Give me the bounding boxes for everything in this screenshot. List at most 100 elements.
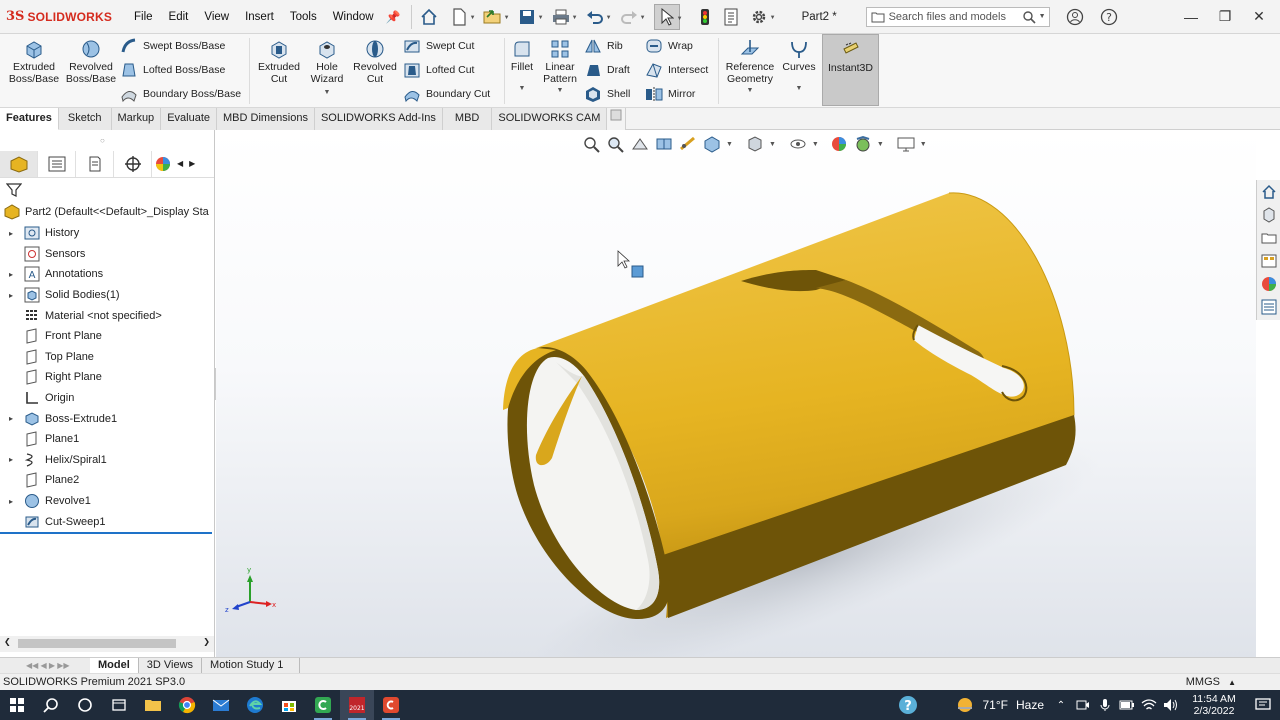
rib-button[interactable]: Rib — [584, 36, 623, 56]
cortana-button[interactable] — [68, 690, 102, 720]
battery-button[interactable] — [1116, 690, 1138, 720]
property-manager-tab[interactable] — [38, 150, 76, 177]
search-input[interactable]: Search files and models — [889, 11, 1022, 23]
tab-features[interactable]: Features — [0, 108, 59, 130]
tree-item[interactable]: Material <not specified> — [0, 305, 214, 326]
tab-solidworks-cam[interactable]: SOLIDWORKS CAM — [492, 108, 608, 130]
chevron-down-icon[interactable]: ▼ — [538, 15, 544, 21]
configuration-manager-tab[interactable] — [76, 150, 114, 177]
menu-insert[interactable]: Insert — [237, 11, 282, 23]
chevron-down-icon[interactable]: ▼ — [470, 15, 476, 21]
swept-cut-button[interactable]: Swept Cut — [403, 36, 474, 56]
redo-button[interactable]: ▼ — [616, 4, 646, 30]
scroll-right-icon[interactable]: ▶ — [186, 159, 198, 168]
wrap-button[interactable]: Wrap — [645, 36, 693, 56]
weather-text[interactable]: Haze — [1016, 698, 1044, 712]
tab-mbd[interactable]: MBD — [442, 108, 493, 130]
hole-wizard-button[interactable]: Hole Wizard ▼ — [303, 38, 351, 99]
chevron-down-icon[interactable]: ▼ — [606, 15, 612, 21]
tree-item[interactable]: ▸ Solid Bodies(1) — [0, 285, 214, 306]
tab-mbd-dimensions[interactable]: MBD Dimensions — [217, 108, 315, 130]
undo-button[interactable]: ▼ — [582, 4, 612, 30]
expand-arrow-icon[interactable]: ▸ — [4, 497, 18, 506]
options-button[interactable]: ▼ — [746, 4, 776, 30]
camtasia-taskbar[interactable] — [306, 690, 340, 720]
tree-item[interactable]: Sensors — [0, 244, 214, 265]
tree-item[interactable]: Top Plane — [0, 347, 214, 368]
shell-button[interactable]: Shell — [584, 84, 630, 104]
boundary-boss-button[interactable]: Boundary Boss/Base — [120, 84, 241, 104]
tree-item[interactable]: Plane1 — [0, 429, 214, 450]
file-properties-button[interactable] — [718, 4, 744, 30]
tab-3d-views[interactable]: 3D Views — [139, 658, 203, 673]
swept-boss-button[interactable]: Swept Boss/Base — [120, 36, 225, 56]
store-taskbar[interactable] — [272, 690, 306, 720]
chevron-down-icon[interactable]: ▼ — [770, 15, 776, 21]
open-button[interactable]: ▼ — [480, 4, 510, 30]
chevron-down-icon[interactable]: ▼ — [796, 83, 803, 95]
new-document-button[interactable]: ▼ — [446, 4, 476, 30]
tree-item[interactable]: Plane2 — [0, 470, 214, 491]
panel-grip[interactable]: ○ — [100, 136, 105, 145]
scrollbar-thumb[interactable] — [18, 639, 176, 648]
display-manager-tab[interactable] — [152, 151, 174, 177]
rollback-bar[interactable] — [0, 532, 212, 534]
edge-taskbar[interactable] — [238, 690, 272, 720]
boundary-cut-button[interactable]: Boundary Cut — [403, 84, 490, 104]
volume-button[interactable] — [1160, 690, 1182, 720]
chevron-down-icon[interactable]: ▼ — [677, 16, 683, 22]
tab-motion-study[interactable]: Motion Study 1 — [202, 658, 301, 673]
extruded-cut-button[interactable]: Extruded Cut — [254, 38, 304, 85]
curves-button[interactable]: Curves ▼ — [780, 38, 818, 95]
chevron-down-icon[interactable]: ▼ — [640, 15, 646, 21]
file-explorer-taskbar[interactable] — [136, 690, 170, 720]
scroll-left-icon[interactable]: ◀ — [174, 159, 186, 168]
close-button[interactable]: ✕ — [1242, 2, 1276, 32]
filter-button[interactable] — [5, 182, 23, 201]
start-button[interactable] — [0, 690, 34, 720]
chevron-down-icon[interactable]: ▼ — [519, 83, 526, 95]
lofted-cut-button[interactable]: Lofted Cut — [403, 60, 474, 80]
task-pane-appearances[interactable] — [1259, 274, 1279, 294]
solidworks-taskbar[interactable]: 2021 — [340, 690, 374, 720]
fillet-button[interactable]: Fillet ▼ — [507, 38, 537, 95]
intersect-button[interactable]: Intersect — [645, 60, 708, 80]
account-button[interactable] — [1062, 4, 1088, 30]
minimize-button[interactable]: — — [1174, 2, 1208, 32]
chevron-down-icon[interactable]: ▼ — [324, 87, 331, 99]
revolved-boss-button[interactable]: Revolved Boss/Base — [63, 38, 119, 85]
menu-view[interactable]: View — [196, 11, 237, 23]
tab-markup[interactable]: Markup — [111, 108, 162, 130]
expand-arrow-icon[interactable]: ▸ — [4, 291, 18, 300]
tree-item[interactable]: ▸ A Annotations — [0, 264, 214, 285]
menu-file[interactable]: File — [126, 11, 161, 23]
tab-nav-arrows[interactable]: ◀◀ ◀ ▶ ▶▶ — [0, 658, 90, 673]
chevron-down-icon[interactable]: ▼ — [747, 85, 754, 97]
unit-system-selector[interactable]: MMGS — [1186, 674, 1220, 691]
reference-geometry-button[interactable]: Reference Geometry ▼ — [722, 38, 778, 97]
task-pane-custom-properties[interactable] — [1259, 297, 1279, 317]
home-button[interactable] — [416, 4, 442, 30]
help-button[interactable]: ? — [1096, 4, 1122, 30]
expand-arrow-icon[interactable]: ▸ — [4, 455, 18, 464]
draft-button[interactable]: Draft — [584, 60, 630, 80]
task-pane-view-palette[interactable] — [1259, 251, 1279, 271]
scroll-right-icon[interactable]: ❯ — [203, 637, 210, 646]
tab-sketch[interactable]: Sketch — [58, 108, 112, 130]
chrome-taskbar[interactable] — [170, 690, 204, 720]
linear-pattern-button[interactable]: Linear Pattern ▼ — [540, 38, 580, 97]
camtasia-recorder-taskbar[interactable] — [374, 690, 408, 720]
tab-solidworks-add-ins[interactable]: SOLIDWORKS Add-Ins — [314, 108, 443, 130]
app-logo[interactable]: 3S SOLIDWORKS — [0, 9, 126, 24]
tree-root[interactable]: Part2 (Default<<Default>_Display Sta — [4, 202, 214, 223]
system-clock[interactable]: 11:54 AM 2/3/2022 — [1182, 693, 1246, 717]
microphone-button[interactable] — [1094, 690, 1116, 720]
network-button[interactable] — [1138, 690, 1160, 720]
mail-taskbar[interactable] — [204, 690, 238, 720]
tab-evaluate[interactable]: Evaluate — [161, 108, 217, 130]
tree-item[interactable]: ▸ Revolve1 — [0, 491, 214, 512]
tree-item[interactable]: Right Plane — [0, 367, 214, 388]
menu-edit[interactable]: Edit — [161, 11, 197, 23]
help-tray-button[interactable]: ? — [891, 690, 925, 720]
chevron-up-icon[interactable]: ▲ — [1228, 674, 1236, 691]
